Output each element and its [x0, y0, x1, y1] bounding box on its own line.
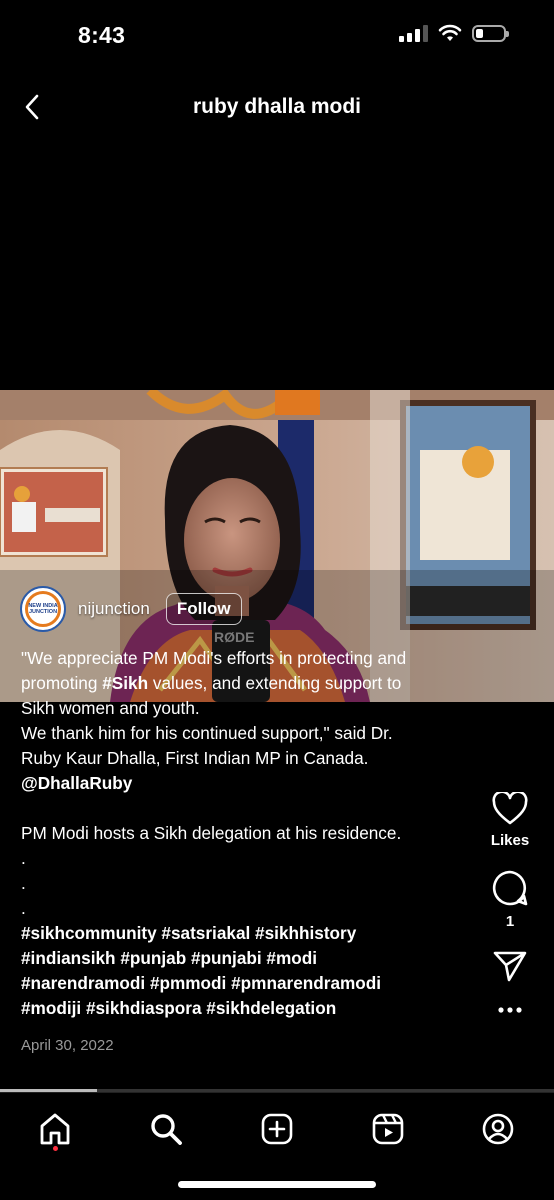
caption: "We appreciate PM Modi's efforts in prot… [21, 646, 461, 1058]
caption-text: promoting [21, 673, 103, 693]
post-date: April 30, 2022 [21, 1037, 114, 1054]
avatar[interactable]: NEW INDIA JUNCTION [20, 586, 66, 632]
comment-button[interactable]: 1 [491, 869, 529, 930]
caption-dot: . [21, 898, 26, 918]
hashtag-links[interactable]: #indiansikh #punjab #punjabi #modi [21, 948, 317, 968]
hashtag-link[interactable]: #Sikh [102, 673, 148, 693]
more-button[interactable] [497, 1006, 523, 1014]
likes-label: Likes [490, 832, 530, 849]
cellular-signal-icon [399, 24, 428, 42]
home-icon [40, 1113, 70, 1145]
battery-icon [472, 24, 509, 42]
caption-dot: . [21, 848, 26, 868]
hashtag-links[interactable]: #modiji #sikhdiaspora #sikhdelegation [21, 998, 336, 1018]
share-button[interactable] [493, 950, 527, 982]
more-icon [498, 1007, 522, 1013]
search-icon [151, 1114, 182, 1145]
hashtag-line: #narendramodi #pmmodi #pmnarendramodi [21, 971, 461, 996]
nav-profile[interactable] [478, 1109, 518, 1149]
hashtag-line: #indiansikh #punjab #punjabi #modi [21, 946, 461, 971]
author-row: NEW INDIA JUNCTION nijunction Follow [20, 586, 242, 632]
avatar-logo-text: NEW INDIA JUNCTION [28, 603, 58, 615]
wifi-icon [438, 24, 462, 41]
status-time: 8:43 [78, 22, 126, 48]
hashtag-line: #modiji #sikhdiaspora #sikhdelegation [21, 996, 461, 1021]
caption-dot: . [21, 873, 26, 893]
caption-line: promoting #Sikh values, and extending su… [21, 671, 461, 696]
comment-icon [492, 870, 528, 906]
home-indicator[interactable] [178, 1181, 376, 1188]
caption-text: values, and extending support to [148, 673, 402, 693]
caption-line: "We appreciate PM Modi's efforts in prot… [21, 648, 407, 668]
send-icon [493, 951, 527, 982]
hashtag-links[interactable]: #narendramodi #pmmodi #pmnarendramodi [21, 973, 381, 993]
hashtag-links[interactable]: #sikhcommunity #satsriakal #sikhhistory [21, 923, 356, 943]
battery-level [476, 28, 483, 38]
nav-search[interactable] [146, 1109, 186, 1149]
page-title: ruby dhalla modi [192, 95, 362, 118]
like-button[interactable]: Likes [491, 792, 529, 849]
create-icon [261, 1113, 293, 1145]
follow-button[interactable]: Follow [165, 593, 242, 625]
comments-count: 1 [505, 913, 515, 930]
caption-line: PM Modi hosts a Sikh delegation at his r… [21, 823, 402, 843]
profile-icon [482, 1113, 514, 1145]
nav-reels[interactable] [368, 1109, 408, 1149]
mention-link[interactable]: @DhallaRuby [21, 773, 132, 793]
action-rail: Likes 1 [482, 792, 538, 1014]
status-icons [399, 24, 509, 42]
notification-dot [53, 1146, 58, 1151]
nav-create[interactable] [257, 1109, 297, 1149]
hashtag-line: #sikhcommunity #satsriakal #sikhhistory [21, 921, 461, 946]
screen: 8:43 ruby dhalla modi RØDE NEW INDIA JUN… [0, 0, 554, 1200]
caption-line: @DhallaRuby [21, 771, 461, 796]
caption-line: Ruby Kaur Dhalla, First Indian MP in Can… [21, 748, 369, 768]
avatar-logo: NEW INDIA JUNCTION [25, 591, 61, 627]
heart-icon [492, 792, 528, 825]
nav-home[interactable] [35, 1109, 75, 1149]
reels-icon [372, 1113, 404, 1145]
caption-line: We thank him for his continued support,"… [21, 723, 393, 743]
caption-line: Sikh women and youth. [21, 698, 200, 718]
username[interactable]: nijunction [78, 599, 150, 619]
